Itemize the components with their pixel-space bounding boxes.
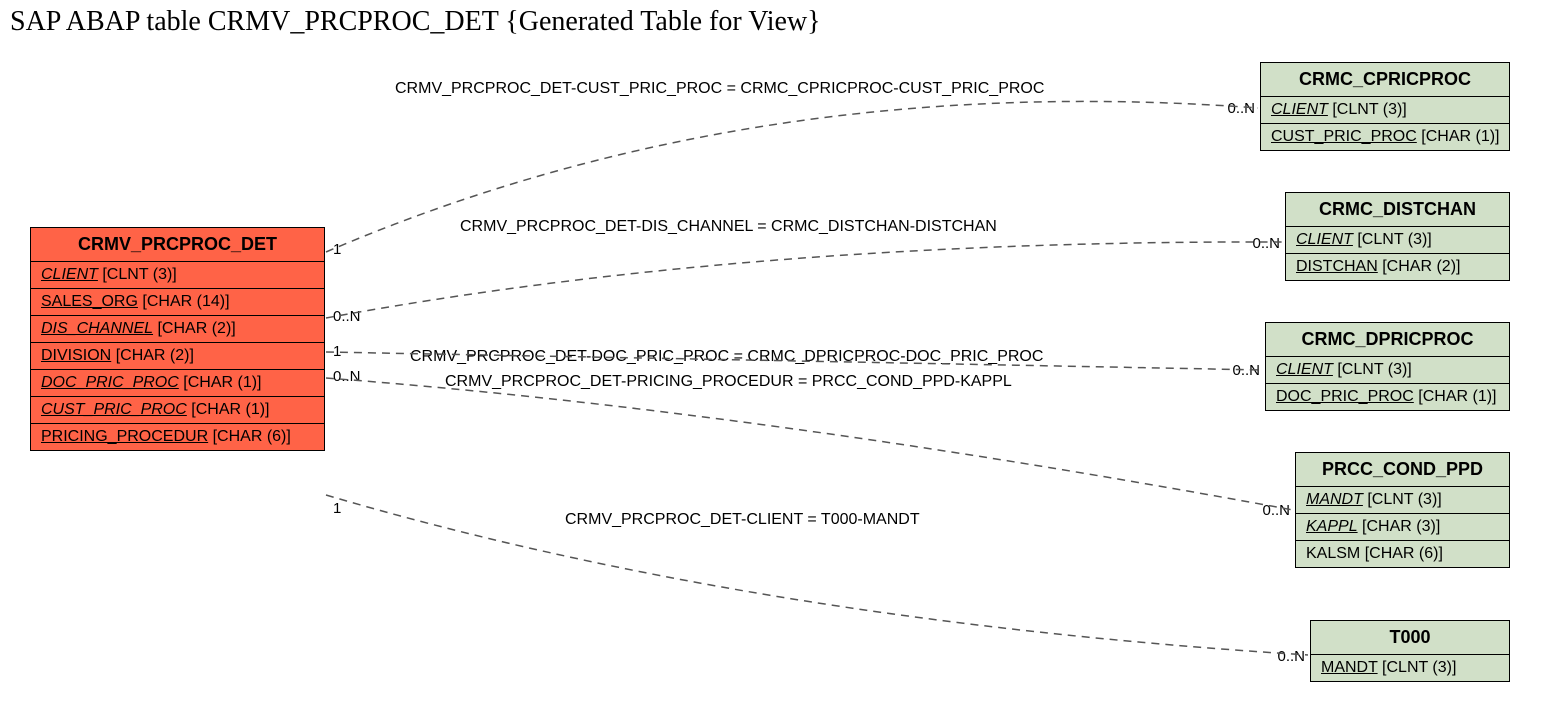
entity-header: CRMC_DPRICPROC	[1266, 323, 1509, 357]
relation-label: CRMV_PRCPROC_DET-DOC_PRIC_PROC = CRMC_DP…	[410, 348, 1043, 366]
cardinality-left: 0..N	[333, 308, 361, 325]
cardinality-right: 0..N	[1262, 502, 1290, 519]
field-row: DIS_CHANNEL [CHAR (2)]	[31, 316, 324, 343]
field-row: DIVISION [CHAR (2)]	[31, 343, 324, 370]
relation-label: CRMV_PRCPROC_DET-CLIENT = T000-MANDT	[565, 511, 920, 529]
field-row: CLIENT [CLNT (3)]	[31, 262, 324, 289]
cardinality-right: 0..N	[1227, 100, 1255, 117]
field-row: MANDT [CLNT (3)]	[1311, 655, 1509, 681]
field-row: CLIENT [CLNT (3)]	[1286, 227, 1509, 254]
relation-label: CRMV_PRCPROC_DET-DIS_CHANNEL = CRMC_DIST…	[460, 218, 997, 236]
field-row: CUST_PRIC_PROC [CHAR (1)]	[31, 397, 324, 424]
cardinality-right: 0..N	[1252, 235, 1280, 252]
field-row: DOC_PRIC_PROC [CHAR (1)]	[1266, 384, 1509, 410]
entity-header: CRMC_DISTCHAN	[1286, 193, 1509, 227]
cardinality-left: 1	[333, 241, 341, 258]
field-row: CLIENT [CLNT (3)]	[1261, 97, 1509, 124]
field-row: MANDT [CLNT (3)]	[1296, 487, 1509, 514]
entity-header: CRMC_CPRICPROC	[1261, 63, 1509, 97]
field-row: CLIENT [CLNT (3)]	[1266, 357, 1509, 384]
field-row: KALSM [CHAR (6)]	[1296, 541, 1509, 567]
field-row: CUST_PRIC_PROC [CHAR (1)]	[1261, 124, 1509, 150]
field-row: DOC_PRIC_PROC [CHAR (1)]	[31, 370, 324, 397]
entity-crmc-distchan: CRMC_DISTCHAN CLIENT [CLNT (3)] DISTCHAN…	[1285, 192, 1510, 281]
relation-label: CRMV_PRCPROC_DET-CUST_PRIC_PROC = CRMC_C…	[395, 80, 1044, 98]
relation-label: CRMV_PRCPROC_DET-PRICING_PROCEDUR = PRCC…	[445, 373, 1012, 391]
cardinality-left: 1	[333, 343, 341, 360]
field-row: PRICING_PROCEDUR [CHAR (6)]	[31, 424, 324, 450]
entity-crmc-cpricproc: CRMC_CPRICPROC CLIENT [CLNT (3)] CUST_PR…	[1260, 62, 1510, 151]
field-row: DISTCHAN [CHAR (2)]	[1286, 254, 1509, 280]
entity-prcc-cond-ppd: PRCC_COND_PPD MANDT [CLNT (3)] KAPPL [CH…	[1295, 452, 1510, 568]
entity-crmc-dpricproc: CRMC_DPRICPROC CLIENT [CLNT (3)] DOC_PRI…	[1265, 322, 1510, 411]
cardinality-right: 0..N	[1232, 362, 1260, 379]
entity-crmv-prcproc-det: CRMV_PRCPROC_DET CLIENT [CLNT (3)] SALES…	[30, 227, 325, 451]
cardinality-left: 0..N	[333, 368, 361, 385]
cardinality-right: 0..N	[1277, 648, 1305, 665]
entity-t000: T000 MANDT [CLNT (3)]	[1310, 620, 1510, 682]
cardinality-left: 1	[333, 500, 341, 517]
entity-header: T000	[1311, 621, 1509, 655]
entity-header: CRMV_PRCPROC_DET	[31, 228, 324, 262]
field-row: KAPPL [CHAR (3)]	[1296, 514, 1509, 541]
entity-header: PRCC_COND_PPD	[1296, 453, 1509, 487]
field-row: SALES_ORG [CHAR (14)]	[31, 289, 324, 316]
page-title: SAP ABAP table CRMV_PRCPROC_DET {Generat…	[10, 6, 821, 38]
